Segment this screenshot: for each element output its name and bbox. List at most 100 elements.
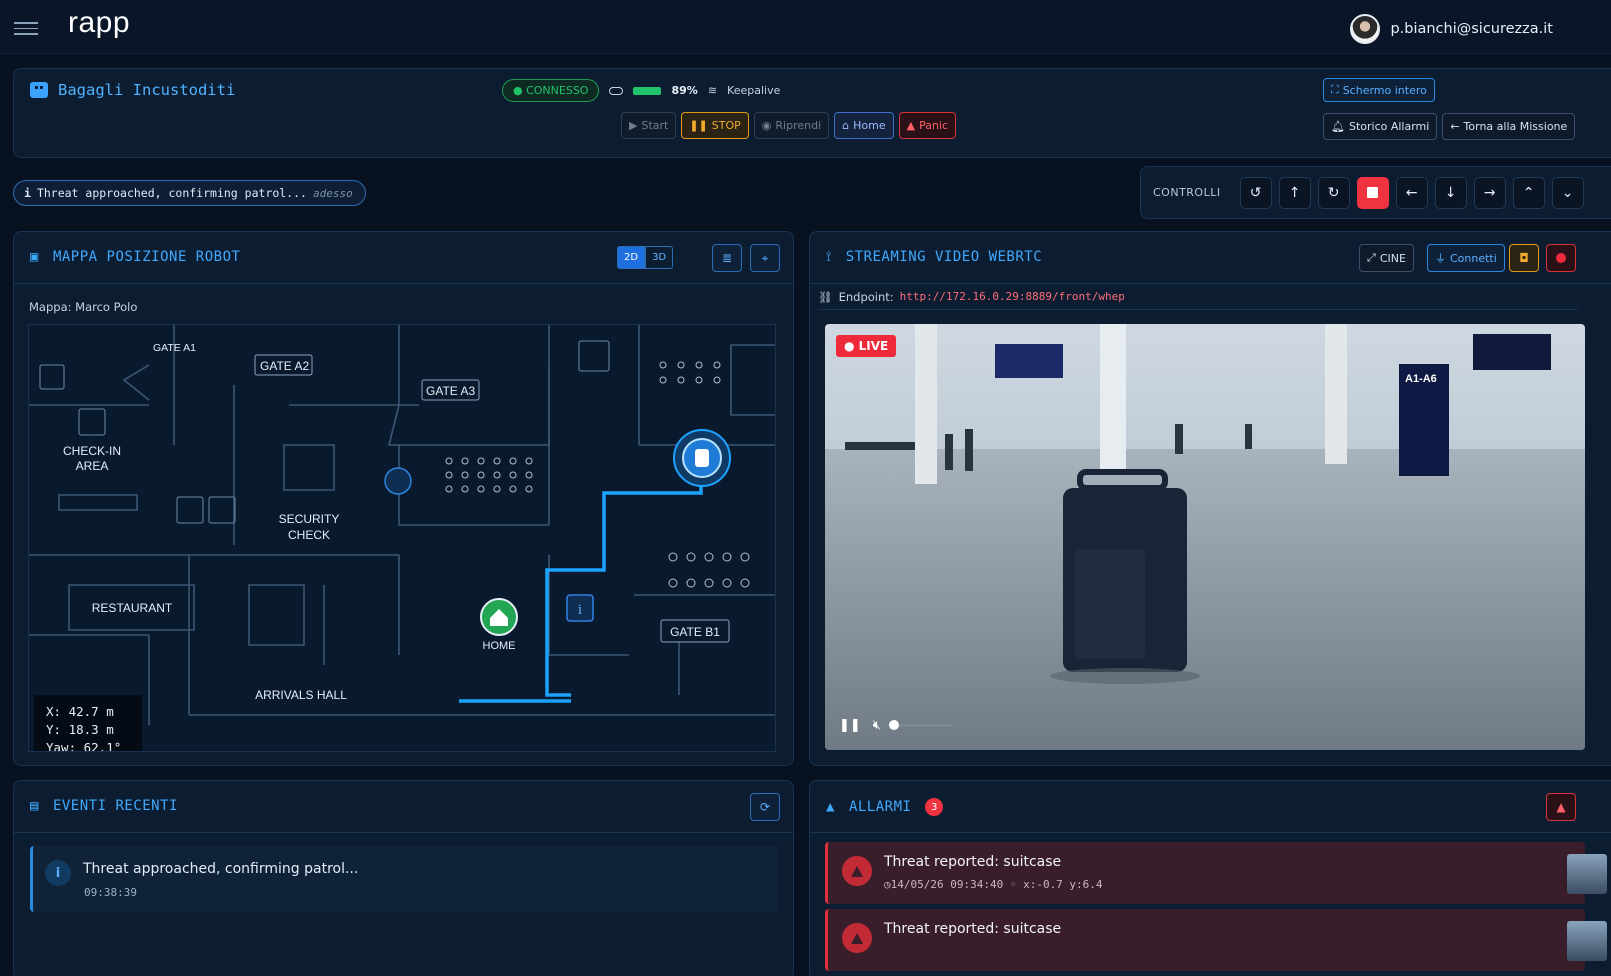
toast-time: adesso: [312, 186, 353, 200]
cine-button[interactable]: ⤢ CINE: [1359, 244, 1414, 272]
menu-icon[interactable]: [14, 22, 38, 36]
lounge-icon: [578, 340, 610, 372]
mute-icon[interactable]: 🔇︎: [873, 718, 881, 733]
rapp-logo[interactable]: rapp: [68, 8, 158, 48]
lower-button[interactable]: ⌄: [1551, 176, 1584, 209]
waste-bin-icon: [384, 467, 412, 495]
alarm-bell-button[interactable]: ▲: [1546, 793, 1576, 821]
link-icon: ⛓: [818, 289, 833, 304]
events-header: ▤ EVENTI RECENTI ⟳: [14, 781, 793, 833]
chevron-up-icon: ⌃: [1522, 184, 1535, 201]
rotate-left-button[interactable]: ↺: [1239, 176, 1272, 209]
backward-button[interactable]: ↓: [1434, 176, 1467, 209]
mission-panel: Bagagli Incustoditi ● CONNESSO 89% ≋ Kee…: [13, 68, 1611, 158]
position-yaw: Yaw: 62.1°: [46, 740, 122, 752]
notification-toast[interactable]: i Threat approached, confirming patrol..…: [13, 180, 366, 206]
toast-text: Threat approached, confirming patrol...: [36, 186, 307, 200]
endpoint-row: ⛓ Endpoint: http://172.16.0.29:8889/fron…: [818, 284, 1578, 310]
resume-button[interactable]: ◉ Riprendi: [753, 112, 830, 139]
arrow-left-icon: ←: [1450, 120, 1460, 133]
resume-label: Riprendi: [775, 119, 822, 132]
arrow-left-icon: ←: [1405, 184, 1418, 201]
mission-title: Bagagli Incustoditi: [30, 81, 235, 99]
fullscreen-button[interactable]: ⛶ Schermo intero: [1323, 78, 1435, 102]
top-bar: rapp p.bianchi@sicurezza.it: [0, 0, 1611, 54]
label-security-2: CHECK: [288, 528, 330, 542]
endpoint-url[interactable]: http://172.16.0.29:8889/front/whep: [900, 290, 1125, 303]
events-panel: ▤ EVENTI RECENTI ⟳ i Threat approached, …: [13, 780, 794, 976]
map-canvas[interactable]: i GATE A1 GATE A2 GATE A3 CHECK-IN AREA …: [28, 324, 776, 752]
arrow-up-icon: ↑: [1288, 184, 1301, 201]
map-name: Mappa: Marco Polo: [29, 300, 138, 314]
user-menu[interactable]: p.bianchi@sicurezza.it: [1350, 14, 1553, 44]
raise-button[interactable]: ⌃: [1512, 176, 1545, 209]
elevator-icon: [39, 364, 65, 390]
resume-icon: ◉: [761, 119, 772, 132]
right-button[interactable]: →: [1473, 176, 1506, 209]
start-button[interactable]: ▶ Start: [621, 112, 677, 139]
center-button[interactable]: ⌖: [750, 244, 780, 272]
map-title: ▣ MAPPA POSIZIONE ROBOT: [30, 249, 240, 265]
event-text: Threat approached, confirming patrol...: [83, 861, 359, 877]
forward-button[interactable]: ↑: [1278, 176, 1311, 209]
battery-percent: 89%: [671, 84, 698, 97]
connection-badge: ● CONNESSO: [502, 79, 600, 102]
home-icon: ⌂: [842, 119, 850, 132]
info-icon: i: [24, 186, 31, 200]
user-email: p.bianchi@sicurezza.it: [1390, 21, 1553, 37]
back-to-mission-button[interactable]: ← Torna alla Missione: [1442, 113, 1576, 140]
emergency-stop-button[interactable]: [1356, 176, 1389, 209]
view-2d-button[interactable]: 2D: [617, 246, 646, 269]
view-3d-button[interactable]: 3D: [645, 246, 674, 269]
stop-label: STOP: [711, 119, 741, 132]
alarm-item[interactable]: Threat reported: suitcase: [825, 909, 1607, 971]
video-stream[interactable]: A1-A6 ● LIVE ❚❚ 🔇︎: [825, 324, 1585, 750]
avatar[interactable]: [1350, 14, 1381, 44]
event-time: 09:38:39: [84, 886, 137, 899]
alarm-item[interactable]: Threat reported: suitcase ◷14/05/26 09:3…: [825, 842, 1607, 904]
snapshot-button[interactable]: ◘: [1509, 244, 1539, 272]
fullscreen-label: Schermo intero: [1342, 83, 1427, 97]
layers-button[interactable]: ≣: [712, 244, 742, 272]
alarm-history-button[interactable]: 🔔︎ Storico Allarmi: [1323, 113, 1438, 140]
rotate-left-icon: ↺: [1249, 184, 1262, 201]
panic-button[interactable]: ▲ Panic: [898, 112, 957, 139]
robot-path: [459, 465, 703, 703]
list-icon: ▤: [30, 798, 39, 814]
logo-text: rapp: [68, 6, 131, 39]
connect-button[interactable]: ⏚ Connetti: [1427, 244, 1505, 272]
connect-label: Connetti: [1450, 251, 1497, 265]
stop-button[interactable]: ❚❚ STOP: [681, 112, 749, 139]
label-home: HOME: [483, 640, 516, 652]
volume-slider[interactable]: [889, 720, 953, 730]
alarm-title: Threat reported: suitcase: [884, 921, 1062, 937]
bell-icon: ▲: [1556, 800, 1566, 814]
alert-icon: [842, 923, 872, 953]
restroom-icon-2: [176, 496, 204, 524]
floor-plan: i GATE A1 GATE A2 GATE A3 CHECK-IN AREA …: [29, 325, 775, 725]
pause-icon[interactable]: ❚❚: [839, 718, 861, 733]
warning-icon: ▲: [826, 799, 835, 815]
crosshair-icon: ⌖: [761, 250, 769, 265]
warning-icon: ▲: [906, 119, 916, 132]
arrow-right-icon: →: [1483, 184, 1496, 201]
position-readout: X: 42.7 m Y: 18.3 m Yaw: 62.1°: [34, 695, 142, 752]
label-restaurant: RESTAURANT: [92, 601, 173, 615]
label-gate-b1: GATE B1: [670, 625, 720, 639]
left-button[interactable]: ←: [1395, 176, 1428, 209]
home-button[interactable]: ⌂ Home: [834, 112, 894, 139]
alarm-title: Threat reported: suitcase: [884, 854, 1062, 870]
gate-sign-text: A1-A6: [1405, 373, 1437, 385]
expand-icon: ⛶: [1331, 83, 1339, 96]
expand-icon: ⤢: [1367, 251, 1376, 264]
robot-icon: ▣: [30, 249, 39, 265]
alarm-thumbnail[interactable]: [1567, 921, 1607, 961]
video-frame: A1-A6: [825, 324, 1585, 750]
refresh-button[interactable]: ⟳: [750, 793, 780, 821]
alarm-thumbnail[interactable]: [1567, 854, 1607, 894]
layers-icon: ≣: [721, 251, 733, 265]
rotate-right-button[interactable]: ↻: [1317, 176, 1350, 209]
event-item[interactable]: i Threat approached, confirming patrol..…: [30, 846, 779, 912]
record-button[interactable]: [1546, 244, 1576, 272]
plug-icon: ⏚: [1435, 252, 1446, 265]
